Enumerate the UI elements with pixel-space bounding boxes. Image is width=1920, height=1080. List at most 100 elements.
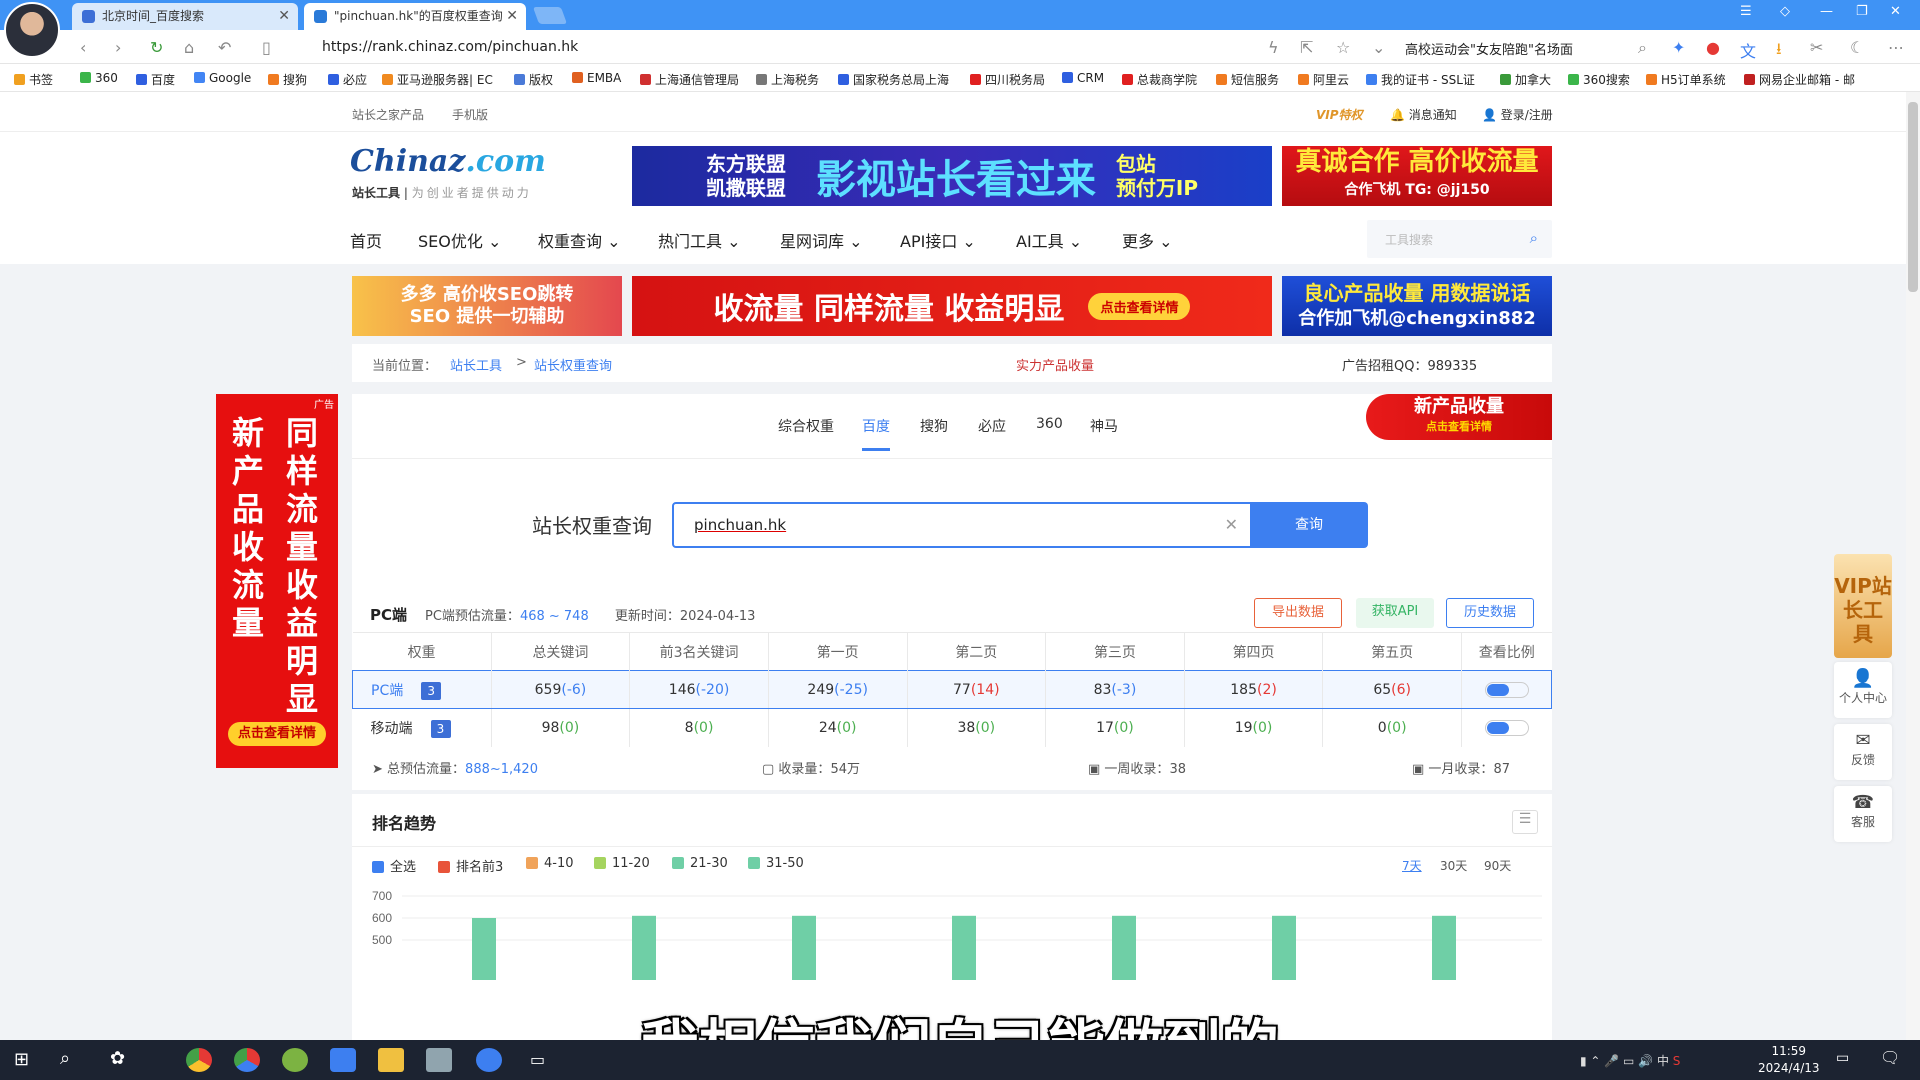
search-icon[interactable]: ⌕ [1530, 229, 1538, 247]
active-browser-icon[interactable] [476, 1048, 502, 1072]
chrome-taskbar-icon[interactable] [186, 1048, 212, 1072]
bookmark-item[interactable]: 总裁商学院 [1122, 71, 1197, 88]
back-icon[interactable]: ‹ [80, 38, 86, 57]
notify-link[interactable]: 🔔 消息通知 [1390, 106, 1457, 123]
bookmark-item[interactable]: 阿里云 [1298, 71, 1349, 88]
products-menu[interactable]: 站长之家产品 [352, 106, 424, 123]
bookmark-item[interactable]: 版权 [514, 71, 553, 88]
bookmark-item[interactable]: 必应 [328, 71, 367, 88]
desktop-icon[interactable]: ▭ [1836, 1050, 1849, 1066]
bookmark-item[interactable]: Google [194, 71, 251, 85]
banner-ad-traffic[interactable]: 真诚合作 高价收流量 合作飞机 TG: @jj150 [1282, 146, 1552, 206]
bookmark-item[interactable]: 搜狗 [268, 71, 307, 88]
tab-bing[interactable]: 必应 [978, 416, 1006, 436]
breadcrumb-weight[interactable]: 站长权重查询 [534, 355, 612, 374]
windows-start-icon[interactable]: ⊞ [14, 1049, 29, 1070]
banner-ad-product[interactable]: 良心产品收量 用数据说话 合作加飞机@chengxin882 [1282, 276, 1552, 336]
close-tab-icon[interactable]: ✕ [506, 3, 518, 30]
tab-shenma[interactable]: 神马 [1090, 416, 1118, 436]
notification-icon[interactable]: 🗨 [1880, 1048, 1900, 1067]
nav-thesaurus[interactable]: 星网词库 ⌄ [780, 228, 863, 252]
nav-api[interactable]: API接口 ⌄ [900, 228, 976, 252]
nav-hot-tools[interactable]: 热门工具 ⌄ [658, 228, 741, 252]
search-icon[interactable]: ⌕ [1638, 38, 1647, 58]
legend-4-10[interactable]: 4-10 [526, 856, 574, 871]
clock[interactable]: 11:59 2024/4/13 [1758, 1043, 1820, 1077]
more-icon[interactable]: ⋯ [1888, 38, 1904, 57]
range-30d[interactable]: 30天 [1440, 857, 1467, 874]
banner-ad-film[interactable]: 东方联盟 凯撒联盟 影视站长看过来 包站 预付万IP [632, 146, 1272, 206]
export-button[interactable]: 导出数据 [1254, 598, 1342, 628]
download-icon[interactable]: ⭳ [1776, 38, 1782, 65]
range-90d[interactable]: 90天 [1484, 857, 1511, 874]
tool-search-input[interactable]: 工具搜索 ⌕ [1367, 220, 1552, 258]
forward-icon[interactable]: › [115, 38, 121, 57]
star-icon[interactable]: ☆ [1336, 38, 1350, 57]
promo-link[interactable]: 实力产品收量 [1016, 355, 1094, 374]
undo-icon[interactable]: ↶ [218, 38, 231, 57]
personal-center-button[interactable]: 👤 个人中心 [1834, 662, 1892, 718]
ratio-toggle[interactable] [1484, 681, 1529, 698]
bookmark-item[interactable]: H5订单系统 [1646, 71, 1726, 88]
home-icon[interactable]: ⌂ [184, 38, 194, 57]
bookmark-item[interactable]: 四川税务局 [970, 71, 1045, 88]
search-icon[interactable]: ⌕ [60, 1048, 70, 1069]
bookmark-item[interactable]: 我的证书 - SSL证 [1366, 71, 1475, 88]
trend-bar[interactable] [632, 915, 656, 980]
bookmark-item[interactable]: 上海税务 [756, 71, 819, 88]
vip-tools-float[interactable]: VIP站长工具 [1834, 554, 1892, 658]
bookmark-item[interactable]: 亚马逊服务器| EC [382, 71, 493, 88]
extension-icon[interactable]: ✦ [1672, 38, 1685, 57]
query-button[interactable]: 查询 [1250, 502, 1368, 548]
history-button[interactable]: 历史数据 [1446, 598, 1534, 628]
nav-seo[interactable]: SEO优化 ⌄ [418, 228, 501, 252]
restore-icon[interactable]: ❐ [1856, 4, 1868, 19]
bookmark-item[interactable]: CRM [1062, 71, 1104, 85]
chrome-icon[interactable]: ● [1706, 38, 1720, 57]
get-api-button[interactable]: 获取API [1356, 598, 1434, 628]
reader-icon[interactable]: ▯ [262, 38, 271, 57]
legend-11-20[interactable]: 11-20 [594, 856, 650, 871]
menu-icon[interactable]: ☰ [1740, 4, 1752, 19]
app-icon[interactable]: ✿ [110, 1048, 125, 1069]
bookmark-item[interactable]: 上海通信管理局 [640, 71, 739, 88]
close-window-icon[interactable]: ✕ [1890, 4, 1901, 19]
login-link[interactable]: 👤 登录/注册 [1482, 106, 1553, 123]
folder-icon[interactable] [378, 1048, 404, 1072]
nav-weight[interactable]: 权重查询 ⌄ [538, 228, 621, 252]
close-tab-icon[interactable]: ✕ [278, 3, 290, 30]
tab-baidu[interactable]: 百度 [862, 416, 890, 436]
corner-ad[interactable]: 新产品收量 点击查看详情 [1366, 394, 1552, 440]
mobile-link[interactable]: 手机版 [452, 106, 488, 123]
hot-news-link[interactable]: 高校运动会"女友陪跑"名场面 [1405, 39, 1573, 58]
video-icon[interactable]: ▭ [530, 1050, 545, 1069]
legend-21-30[interactable]: 21-30 [672, 856, 728, 871]
nav-ai-tools[interactable]: AI工具 ⌄ [1016, 228, 1082, 252]
clear-icon[interactable]: ✕ [1225, 515, 1238, 534]
filter-icon[interactable]: ☰ [1512, 810, 1538, 834]
browser-taskbar-icon[interactable] [234, 1048, 260, 1072]
legend-31-50[interactable]: 31-50 [748, 856, 804, 871]
banner-ad-seo[interactable]: 多多 高价收SEO跳转 SEO 提供一切辅助 [352, 276, 622, 336]
skin-icon[interactable]: ◇ [1780, 4, 1790, 19]
domain-input[interactable]: pinchuan.hk ✕ [672, 502, 1252, 548]
breadcrumb-tools[interactable]: 站长工具 [450, 355, 502, 374]
bookmark-item[interactable]: 360搜索 [1568, 71, 1630, 88]
bolt-icon[interactable]: ϟ [1268, 38, 1279, 57]
tab-baidu-search[interactable]: 北京时间_百度搜索 ✕ [72, 3, 298, 30]
moon-icon[interactable]: ☾ [1850, 38, 1864, 57]
scrollbar-thumb[interactable] [1908, 102, 1918, 292]
bookmark-item[interactable]: 网易企业邮箱 - 邮 [1744, 71, 1855, 88]
tab-chinaz[interactable]: "pinchuan.hk"的百度权重查询 ✕ [304, 3, 526, 30]
bookmark-item[interactable]: 国家税务总局上海 [838, 71, 949, 88]
banner-ad-traffic-2[interactable]: 收流量 同样流量 收益明显 点击查看详情 [632, 276, 1272, 336]
trend-bar[interactable] [1112, 915, 1136, 980]
nav-home[interactable]: 首页 [350, 228, 382, 252]
feedback-button[interactable]: ✉ 反馈 [1834, 724, 1892, 780]
editor-icon[interactable] [426, 1048, 452, 1072]
trend-bar[interactable] [472, 918, 496, 980]
trend-bar[interactable] [792, 915, 816, 980]
side-ad-left[interactable]: 广告 新产品收流量 同样流量收益明显 点击查看详情 [216, 394, 338, 768]
vip-link[interactable]: VIP特权 [1316, 106, 1363, 123]
trend-bar[interactable] [1432, 915, 1456, 980]
